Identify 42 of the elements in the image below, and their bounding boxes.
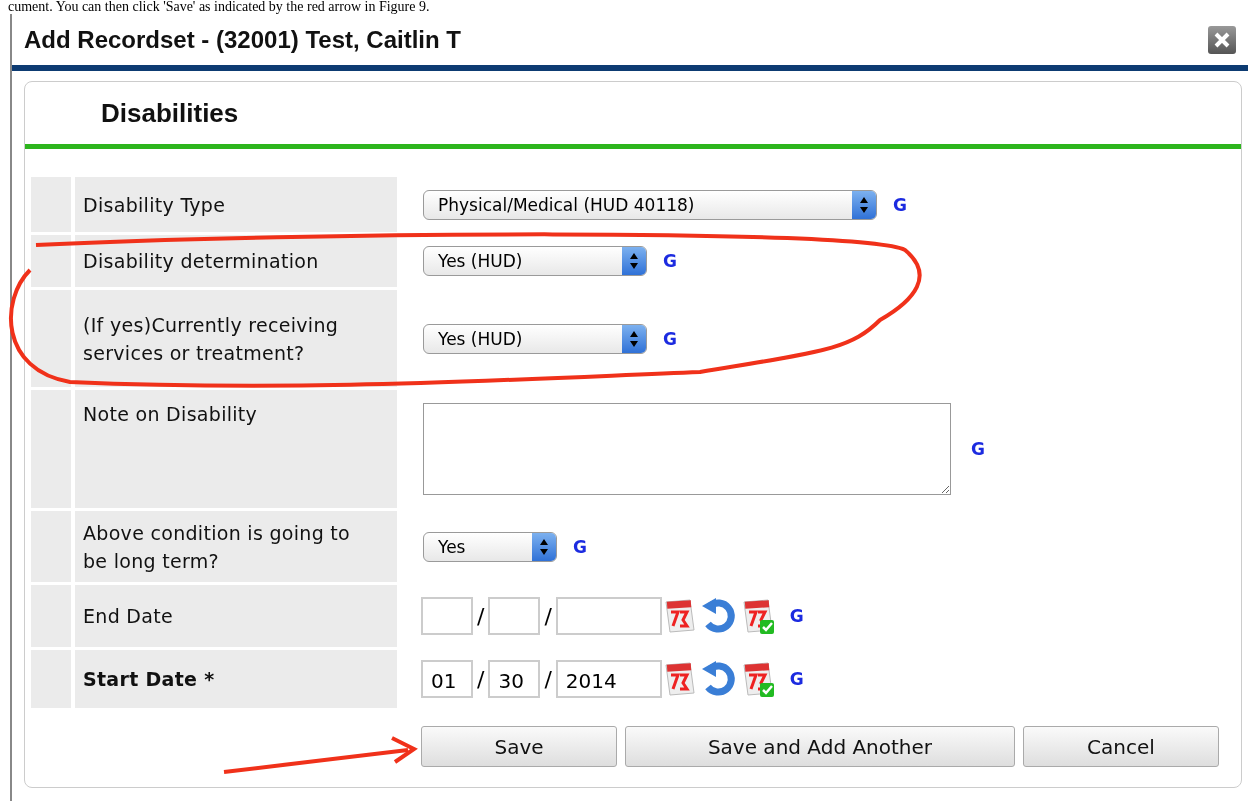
help-link[interactable]: G (789, 669, 804, 689)
field-label: End Date (75, 585, 397, 647)
updown-arrows-icon (629, 252, 639, 270)
row-marker-cell (31, 235, 71, 287)
help-link[interactable]: G (893, 194, 907, 215)
help-link[interactable]: G (573, 536, 587, 557)
close-icon (1213, 30, 1231, 49)
note-textarea[interactable] (423, 403, 951, 495)
field-label: Disability determination (75, 235, 397, 287)
date-separator: / (477, 603, 485, 629)
field-label: (If yes)Currently receiving services or treatment? (75, 290, 397, 387)
day-input[interactable]: 30 (488, 660, 541, 698)
dropdown[interactable]: Yes (423, 531, 557, 562)
dialog-title: Add Recordset - (32001) Test, Caitlin T (24, 25, 461, 54)
document-text: cument. You can then click 'Save' as indicated by the red arrow in Figure 9. (7, 0, 431, 14)
updown-arrows-icon (859, 195, 869, 214)
save-button[interactable]: Save (421, 726, 617, 767)
help-link[interactable]: G (789, 606, 804, 626)
month-input[interactable]: 01 (421, 660, 473, 698)
month-input[interactable] (421, 597, 473, 635)
year-input[interactable] (555, 597, 662, 635)
field-label: Note on Disability (75, 390, 397, 508)
year-input[interactable]: 2014 (555, 660, 662, 698)
save-and-add-another-button[interactable]: Save and Add Another (625, 726, 1015, 767)
field-label: Disability Type (75, 177, 397, 232)
section-title: Disabilities (100, 97, 240, 130)
field-label: Above condition is going to be long term? (75, 511, 397, 582)
date-separator: / (544, 603, 552, 629)
help-link[interactable]: G (971, 439, 985, 459)
close-button[interactable] (1208, 25, 1236, 54)
updown-arrows-icon (539, 537, 549, 556)
field-label: Start Date * (75, 650, 397, 708)
date-separator: / (544, 666, 552, 692)
help-link[interactable]: G (663, 328, 677, 349)
dropdown[interactable]: Yes (HUD) (423, 246, 647, 276)
updown-arrows-icon (629, 329, 639, 348)
dropdown[interactable]: Physical/Medical (HUD 40118) (423, 189, 877, 220)
cancel-button[interactable]: Cancel (1023, 726, 1219, 767)
date-separator: / (477, 666, 485, 692)
dropdown[interactable]: Yes (HUD) (423, 323, 647, 354)
help-link[interactable]: G (663, 251, 677, 271)
day-input[interactable] (488, 597, 541, 635)
